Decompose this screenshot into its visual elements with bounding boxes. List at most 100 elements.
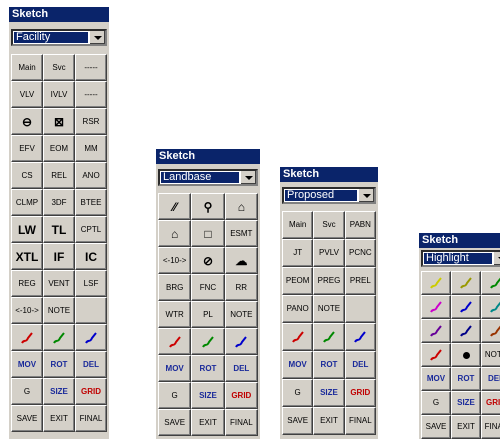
tool-button-svc[interactable]: Svc <box>313 211 345 239</box>
tool-button-mov[interactable]: MOV <box>158 355 192 382</box>
tool-button-ano[interactable]: ANO <box>75 162 107 189</box>
tool-button-save[interactable]: SAVE <box>11 405 43 432</box>
pen-blue-icon[interactable] <box>344 323 376 351</box>
tool-button-symbol[interactable]: ⌂ <box>158 220 192 247</box>
tool-button-g[interactable]: G <box>158 382 192 409</box>
tool-button-grid[interactable]: GRID <box>344 379 376 407</box>
tool-button-symbol[interactable]: ----- <box>75 54 107 81</box>
tool-button-main[interactable]: Main <box>11 54 43 81</box>
pen-blue-icon[interactable] <box>451 295 481 319</box>
tool-button-symbol[interactable]: □ <box>191 220 225 247</box>
tool-button-size[interactable]: SIZE <box>313 379 345 407</box>
pen-magenta-icon[interactable] <box>421 295 451 319</box>
layer-select[interactable]: Landbase <box>158 169 258 186</box>
tool-button-xtl[interactable]: XTL <box>11 243 43 270</box>
tool-button-wtr[interactable]: WTR <box>158 301 192 328</box>
tool-button-rr[interactable]: RR <box>224 274 258 301</box>
pen-olive-icon[interactable] <box>451 271 481 295</box>
tool-button-symbol[interactable]: ⚲ <box>191 193 225 220</box>
tool-button-10[interactable]: <-10-> <box>158 247 192 274</box>
tool-button-final[interactable]: FINAL <box>75 405 107 432</box>
tool-button-btee[interactable]: BTEE <box>75 189 107 216</box>
tool-button-esmt[interactable]: ESMT <box>224 220 258 247</box>
tool-button-peom[interactable]: PEOM <box>282 267 314 295</box>
tool-button-note[interactable]: NOTE <box>43 297 75 324</box>
tool-button-symbol[interactable]: ⌂ <box>224 193 258 220</box>
tool-button-note[interactable]: NOTE <box>313 295 345 323</box>
tool-button-size[interactable]: SIZE <box>43 378 75 405</box>
tool-button-mm[interactable]: MM <box>75 135 107 162</box>
tool-button-rsr[interactable]: RSR <box>75 108 107 135</box>
tool-button-10[interactable]: <-10-> <box>11 297 43 324</box>
tool-button-rot[interactable]: ROT <box>313 351 345 379</box>
tool-button-vent[interactable]: VENT <box>43 270 75 297</box>
chevron-down-icon[interactable] <box>89 31 105 44</box>
tool-button-jt[interactable]: JT <box>282 239 314 267</box>
tool-button-vlv[interactable]: VLV <box>11 81 43 108</box>
tool-button-mov[interactable]: MOV <box>11 351 43 378</box>
tool-button-if[interactable]: IF <box>43 243 75 270</box>
pen-yellow-icon[interactable] <box>421 271 451 295</box>
tool-button-del[interactable]: DEL <box>75 351 107 378</box>
pen-brown-icon[interactable] <box>481 319 500 343</box>
layer-select[interactable]: Highlight <box>421 250 500 267</box>
tool-button-pcnc[interactable]: PCNC <box>344 239 376 267</box>
pen-purple-icon[interactable] <box>421 319 451 343</box>
tool-button-pl[interactable]: PL <box>191 301 225 328</box>
pen-teal-icon[interactable] <box>481 295 500 319</box>
tool-button-rel[interactable]: REL <box>43 162 75 189</box>
pen-red-icon[interactable] <box>158 328 192 355</box>
tool-button-symbol[interactable]: ----- <box>75 81 107 108</box>
pen-green-icon[interactable] <box>191 328 225 355</box>
pen-red-icon[interactable] <box>421 343 451 367</box>
tool-button-prel[interactable]: PREL <box>344 267 376 295</box>
pen-green-icon[interactable] <box>43 324 75 351</box>
tool-button-final[interactable]: FINAL <box>224 409 258 436</box>
chevron-down-icon[interactable] <box>493 252 500 265</box>
tool-button-mov[interactable]: MOV <box>282 351 314 379</box>
tool-button-fnc[interactable]: FNC <box>191 274 225 301</box>
tool-button-grid[interactable]: GRID <box>224 382 258 409</box>
tool-button-symbol[interactable]: ⊠ <box>43 108 75 135</box>
pen-green-icon[interactable] <box>481 271 500 295</box>
pen-green-icon[interactable] <box>313 323 345 351</box>
tool-button-3df[interactable]: 3DF <box>43 189 75 216</box>
tool-button-exit[interactable]: EXIT <box>43 405 75 432</box>
tool-button-size[interactable]: SIZE <box>451 391 481 415</box>
tool-button-exit[interactable]: EXIT <box>191 409 225 436</box>
tool-button-final[interactable]: FINAL <box>344 407 376 435</box>
layer-select[interactable]: Proposed <box>282 187 376 204</box>
tool-button-save[interactable]: SAVE <box>421 415 451 439</box>
tool-button-pvlv[interactable]: PVLV <box>313 239 345 267</box>
tool-button-svc[interactable]: Svc <box>43 54 75 81</box>
tool-button-grid[interactable]: GRID <box>75 378 107 405</box>
tool-button-symbol[interactable]: ⁄⁄ <box>158 193 192 220</box>
tool-button-g[interactable]: G <box>11 378 43 405</box>
tool-button-save[interactable]: SAVE <box>282 407 314 435</box>
point-icon[interactable] <box>451 343 481 367</box>
tool-button-final[interactable]: FINAL <box>481 415 500 439</box>
tool-button-ivlv[interactable]: IVLV <box>43 81 75 108</box>
tool-button-lw[interactable]: LW <box>11 216 43 243</box>
tool-button-exit[interactable]: EXIT <box>313 407 345 435</box>
tool-button-pabn[interactable]: PABN <box>344 211 376 239</box>
tool-button-ic[interactable]: IC <box>75 243 107 270</box>
tool-button-g[interactable]: G <box>421 391 451 415</box>
tool-button-symbol[interactable]: ⊖ <box>11 108 43 135</box>
tool-button-preg[interactable]: PREG <box>313 267 345 295</box>
tool-button-symbol[interactable]: ☁ <box>224 247 258 274</box>
tool-button-size[interactable]: SIZE <box>191 382 225 409</box>
tool-button-note[interactable]: NOTE <box>224 301 258 328</box>
tool-button-note[interactable]: NOTE <box>481 343 500 367</box>
tool-button-exit[interactable]: EXIT <box>451 415 481 439</box>
tool-button-brg[interactable]: BRG <box>158 274 192 301</box>
tool-button-del[interactable]: DEL <box>344 351 376 379</box>
pen-navy-icon[interactable] <box>451 319 481 343</box>
tool-button-mov[interactable]: MOV <box>421 367 451 391</box>
pen-red-icon[interactable] <box>282 323 314 351</box>
tool-button-save[interactable]: SAVE <box>158 409 192 436</box>
chevron-down-icon[interactable] <box>358 189 374 202</box>
tool-button-rot[interactable]: ROT <box>191 355 225 382</box>
tool-button-tl[interactable]: TL <box>43 216 75 243</box>
layer-select[interactable]: Facility <box>11 29 107 46</box>
